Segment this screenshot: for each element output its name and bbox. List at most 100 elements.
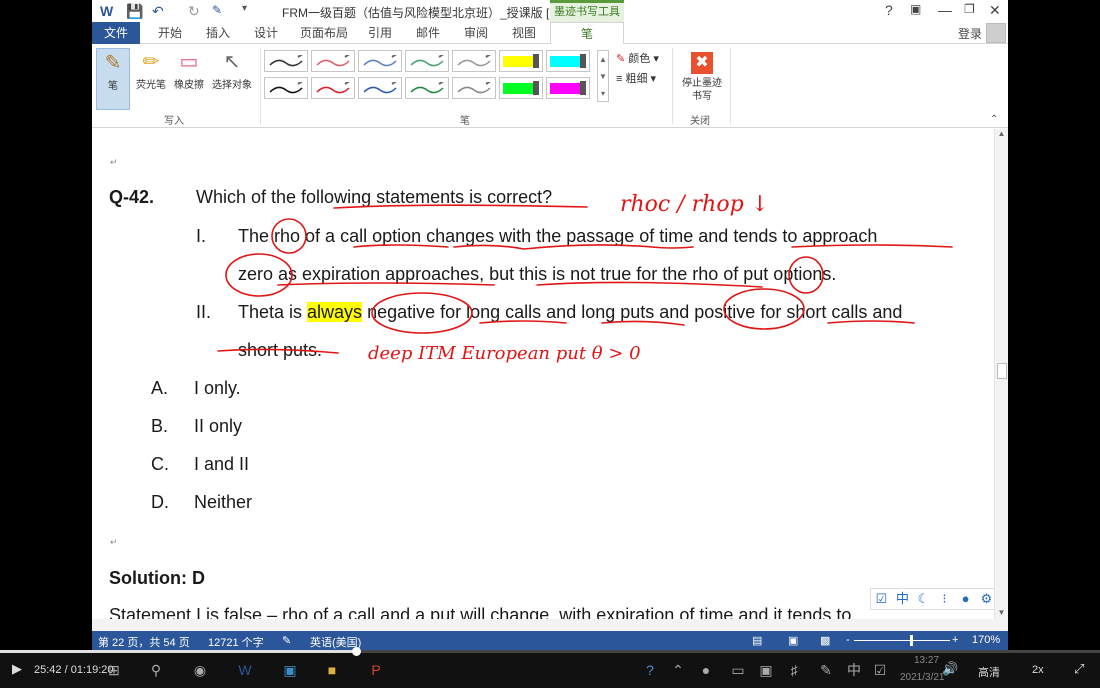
paragraph-mark: ↵ [110, 537, 118, 547]
statement-1-number: I. [196, 226, 207, 246]
play-icon[interactable]: ▶ [12, 661, 22, 677]
pen-swatch[interactable] [358, 50, 402, 72]
volume-icon[interactable]: 🔊 [942, 661, 958, 677]
customize-icon[interactable]: ▾ [242, 3, 247, 14]
zoom-out-button[interactable]: - [846, 634, 850, 646]
dots-icon[interactable]: ⁝ [934, 589, 955, 609]
windows-start-icon: ⊞ [108, 662, 120, 678]
pen-stroke-icon [269, 55, 303, 67]
pen-swatch[interactable] [358, 77, 402, 99]
tab-pen[interactable]: 笔 [550, 22, 624, 45]
scroll-down-icon[interactable]: ▼ [995, 608, 1008, 617]
tab-mailings[interactable]: 邮件 [408, 22, 448, 44]
eraser-tool-button[interactable]: ▭ 橡皮擦 [170, 48, 208, 91]
help-button[interactable]: ? [885, 2, 893, 18]
highlighter-swatch-fill [503, 56, 533, 67]
horizontal-scrollbar[interactable] [92, 619, 1008, 631]
tab-references[interactable]: 引用 [360, 22, 400, 44]
page-count[interactable]: 第 22 页，共 54 页 [98, 634, 190, 650]
pen-swatch[interactable] [546, 77, 590, 99]
print-layout-icon[interactable]: ▣ [788, 634, 798, 647]
pen-swatch[interactable] [264, 50, 308, 72]
pen-swatch[interactable] [405, 77, 449, 99]
fullscreen-icon[interactable]: ⤢ [1074, 661, 1084, 677]
vertical-scrollbar[interactable]: ▲ ▼ [994, 129, 1008, 619]
web-layout-icon[interactable]: ▩ [820, 634, 830, 647]
ribbon-display-icon[interactable]: ▣ [910, 2, 921, 16]
close-group-label: 关闭 [690, 116, 710, 127]
read-mode-icon[interactable]: ▤ [752, 634, 762, 647]
tab-review[interactable]: 审阅 [456, 22, 496, 44]
gallery-scroll[interactable]: ▲ ▼ ▾ [597, 50, 609, 102]
highlighter-tool-button[interactable]: ✏ 荧光笔 [132, 48, 170, 91]
solution-label: Solution: D [109, 568, 205, 588]
word-count[interactable]: 12721 个字 [208, 634, 264, 650]
group-separator [260, 48, 261, 124]
save-icon[interactable]: 💾 [126, 3, 143, 20]
moon-icon[interactable]: ☾ [913, 589, 934, 609]
scroll-up-icon[interactable]: ▲ [995, 129, 1008, 138]
quality-button[interactable]: 高清 [978, 664, 1000, 680]
user-icon[interactable]: ● [955, 589, 976, 609]
ime-tray-indicator: 中 [847, 662, 861, 678]
speed-button[interactable]: 2x [1032, 664, 1044, 676]
zoom-in-button[interactable]: + [952, 634, 958, 646]
check-icon[interactable]: ☑ [871, 589, 892, 609]
option-d-letter: D. [151, 492, 169, 512]
pen-stroke-icon [410, 82, 444, 94]
restore-icon[interactable]: ❐ [964, 2, 975, 16]
pen-swatch[interactable] [499, 50, 543, 72]
solution-text: Statement I is false – rho of a call and… [109, 605, 852, 619]
right-letterbox [1008, 0, 1100, 650]
pen-stroke-icon [363, 82, 397, 94]
tab-design[interactable]: 设计 [246, 22, 286, 44]
tab-insert[interactable]: 插入 [198, 22, 238, 44]
pen-swatch[interactable] [311, 77, 355, 99]
scrollbar-thumb[interactable] [997, 363, 1007, 379]
pen-swatch[interactable] [311, 50, 355, 72]
video-progress-fill [0, 650, 357, 653]
login-link[interactable]: 登录 [958, 25, 982, 42]
highlighter-tip-icon [533, 81, 539, 95]
proofing-icon[interactable]: ✎ [282, 634, 291, 647]
browser-icon: ◉ [193, 662, 207, 678]
pen-swatch[interactable] [452, 77, 496, 99]
option-b-letter: B. [151, 416, 169, 436]
pen-swatch[interactable] [452, 50, 496, 72]
highlighter-swatch-fill [550, 56, 580, 67]
select-object-button[interactable]: ↖ 选择对象 [208, 48, 256, 91]
thickness-icon: ≡ [616, 73, 623, 85]
zoom-level[interactable]: 170% [972, 634, 1000, 646]
pen-swatch[interactable] [499, 77, 543, 99]
minimize-icon[interactable]: — [938, 2, 952, 18]
chinese-ime-icon[interactable]: 中 [892, 589, 913, 609]
redo-icon[interactable]: ↻ [188, 3, 200, 20]
tab-home[interactable]: 开始 [150, 22, 190, 44]
pen-tray-icon: ✎ [820, 662, 832, 678]
close-icon[interactable]: ✕ [989, 2, 1001, 19]
eraser-icon: ▭ [179, 51, 199, 73]
tab-view[interactable]: 视图 [504, 22, 544, 44]
collapse-ribbon-icon[interactable]: ⌃ [990, 114, 998, 125]
avatar[interactable] [986, 23, 1006, 43]
pen-stroke-icon [457, 82, 491, 94]
pen-stroke-icon [457, 55, 491, 67]
tab-page-layout[interactable]: 页面布局 [296, 22, 352, 44]
settings-icon[interactable]: ⚙ [976, 589, 994, 609]
pen-swatch[interactable] [264, 77, 308, 99]
pen-color-icon: ✎ [616, 53, 626, 65]
word-taskbar-icon: W [238, 662, 252, 678]
pen-swatch[interactable] [405, 50, 449, 72]
thickness-option[interactable]: ≡ 粗细 ▾ [616, 70, 656, 86]
undo-icon[interactable]: ↶ [152, 3, 164, 20]
pen-swatch[interactable] [546, 50, 590, 72]
pen-quick-icon[interactable]: ✎ [212, 3, 222, 17]
video-progress-knob[interactable] [352, 647, 362, 656]
zoom-slider[interactable] [854, 640, 950, 641]
video-progress-bar[interactable] [0, 647, 1100, 656]
color-option[interactable]: ✎ 颜色 ▾ [616, 50, 659, 66]
tab-file[interactable]: 文件 [92, 22, 140, 44]
stop-inking-button[interactable]: ✖ 停止墨迹书写 [678, 52, 726, 103]
zoom-slider-thumb[interactable] [910, 635, 913, 646]
pen-tool-button[interactable]: ✎ 笔 [96, 48, 130, 110]
